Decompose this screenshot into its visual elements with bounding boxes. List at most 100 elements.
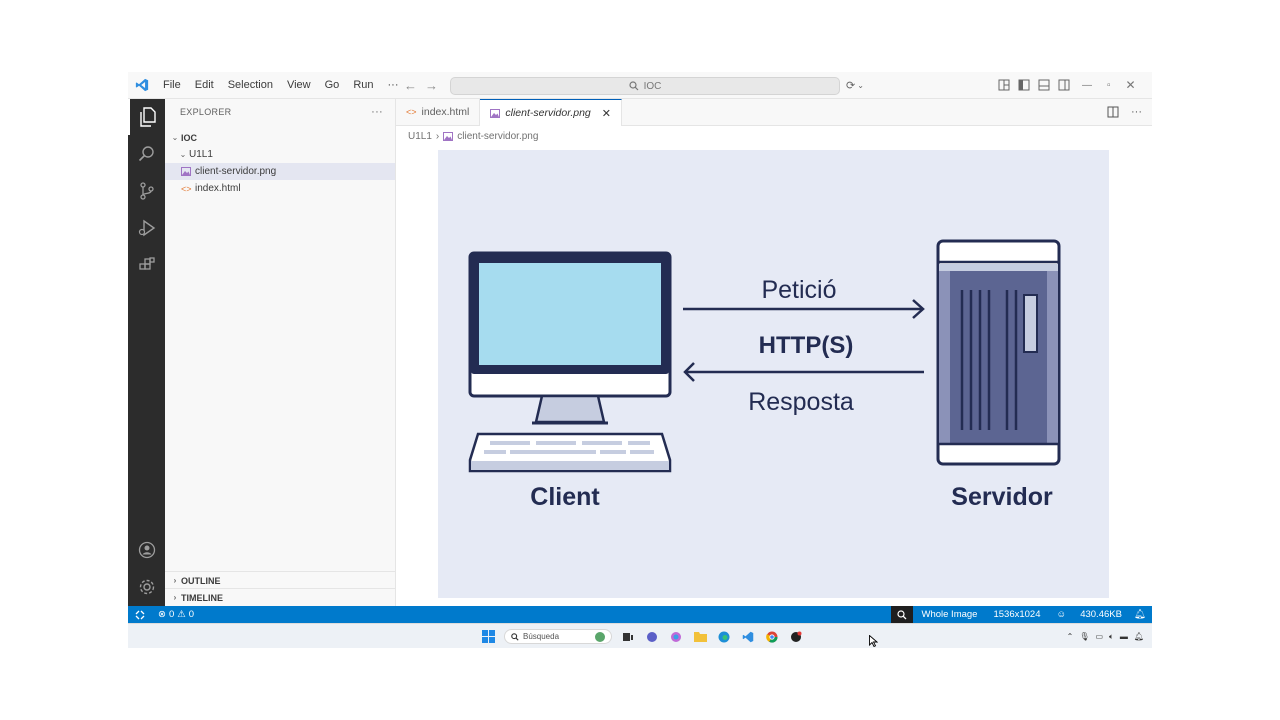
vscode-window: File Edit Selection View Go Run ··· ← → …: [128, 72, 1152, 648]
folder-u1l1-label: U1L1: [189, 149, 213, 160]
windows-start-icon[interactable]: [480, 629, 496, 645]
zoom-mode[interactable]: Whole Image: [913, 609, 985, 620]
chat-app-icon[interactable]: [644, 629, 660, 645]
mouse-cursor-icon: [869, 634, 879, 652]
menu-go[interactable]: Go: [318, 72, 347, 98]
protocol-label: HTTP(S): [759, 332, 854, 359]
restore-icon[interactable]: ▫: [1107, 80, 1111, 91]
file-index-html[interactable]: <> index.html: [165, 180, 395, 197]
file-client-servidor[interactable]: client-servidor.png: [165, 163, 395, 180]
chevron-right-icon: ›: [173, 593, 177, 602]
chevron-right-icon: ›: [173, 576, 177, 585]
toggle-panel-icon[interactable]: [1038, 79, 1050, 91]
copilot-menu[interactable]: ⟳ ⌄: [846, 72, 864, 98]
image-dimensions: 1536x1024: [993, 609, 1041, 620]
forward-arrow-icon[interactable]: →: [425, 78, 438, 93]
image-file-icon: [443, 131, 454, 141]
problems-indicator[interactable]: ⊗ 0 ⚠ 0: [152, 609, 200, 620]
command-center-search[interactable]: IOC: [450, 77, 840, 95]
client-label: Client: [530, 483, 600, 511]
toggle-secondary-sidebar-icon[interactable]: [1058, 79, 1070, 91]
timeline-section[interactable]: › TIMELINE: [165, 588, 395, 606]
back-arrow-icon[interactable]: ←: [404, 78, 417, 93]
file-index-html-label: index.html: [195, 183, 241, 194]
menu-selection[interactable]: Selection: [221, 72, 280, 98]
taskbar-search[interactable]: Búsqueda: [504, 629, 612, 644]
folder-u1l1[interactable]: ⌄ U1L1: [165, 146, 395, 163]
windows-taskbar: Búsqueda ⌃ 🎙︎ ▭ 🔈︎ ▬ 🔔︎: [128, 623, 1152, 648]
folder-ioc-label: IOC: [181, 132, 198, 143]
source-control-icon[interactable]: [128, 173, 165, 209]
task-view-icon[interactable]: [620, 629, 636, 645]
activity-bar: [128, 99, 165, 606]
close-window-icon[interactable]: ✕: [1126, 78, 1136, 92]
split-editor-icon[interactable]: [1107, 106, 1119, 118]
edge-browser-icon[interactable]: [716, 629, 732, 645]
minimize-icon[interactable]: —: [1082, 80, 1092, 91]
menu-edit[interactable]: Edit: [188, 72, 221, 98]
outline-section[interactable]: › OUTLINE: [165, 571, 395, 589]
taskbar-search-placeholder: Búsqueda: [523, 632, 560, 641]
accounts-icon[interactable]: [128, 532, 165, 568]
search-icon: [511, 632, 519, 641]
tab-client-servidor[interactable]: client-servidor.png ✕: [480, 99, 622, 126]
vscode-logo-icon[interactable]: [128, 72, 156, 98]
search-view-icon[interactable]: [128, 136, 165, 172]
file-client-servidor-label: client-servidor.png: [195, 166, 277, 177]
recorder-app-icon[interactable]: [788, 629, 804, 645]
vscode-taskbar-icon[interactable]: [740, 629, 756, 645]
breadcrumb-folder[interactable]: U1L1: [408, 131, 432, 142]
battery-icon[interactable]: ▬: [1120, 632, 1128, 641]
settings-gear-icon[interactable]: [128, 569, 165, 605]
chevron-down-icon: ⌄: [179, 150, 187, 159]
explorer-more-button[interactable]: ···: [371, 106, 383, 118]
zoom-icon[interactable]: [891, 606, 914, 623]
editor-actions: ···: [1107, 99, 1142, 125]
menu-more[interactable]: ···: [381, 72, 406, 98]
tab-index-html[interactable]: <> index.html: [396, 99, 481, 125]
notification-icon[interactable]: 🔔︎: [1134, 632, 1144, 641]
notifications-bell-icon[interactable]: 🔔︎: [1128, 609, 1152, 620]
chevron-down-icon: ⌄: [171, 133, 179, 142]
customize-layout-icon[interactable]: [998, 79, 1010, 91]
chrome-browser-icon[interactable]: [764, 629, 780, 645]
response-label: Resposta: [748, 388, 854, 416]
breadcrumb: U1L1 › client-servidor.png: [396, 126, 1152, 146]
error-icon: ⊗: [158, 609, 166, 620]
file-explorer-icon[interactable]: [692, 629, 708, 645]
copilot-status-icon[interactable]: ☺: [1049, 609, 1075, 620]
breadcrumb-file[interactable]: client-servidor.png: [457, 131, 538, 142]
file-size: 430.46KB: [1080, 609, 1122, 620]
extensions-icon[interactable]: [128, 247, 165, 283]
more-actions-icon[interactable]: ···: [1131, 106, 1142, 118]
search-highlight-icon: [595, 631, 605, 642]
client-server-diagram: Petició HTTP(S) Resposta Client Servidor: [468, 239, 1061, 511]
volume-icon[interactable]: 🔈︎: [1109, 632, 1114, 642]
editor-area: <> index.html client-servidor.png ✕ ··· …: [396, 99, 1152, 606]
network-icon[interactable]: ▭: [1095, 632, 1103, 641]
tray-expand-icon[interactable]: ⌃: [1067, 632, 1074, 641]
computer-illustration: [468, 251, 672, 473]
remote-indicator-icon[interactable]: [128, 606, 152, 623]
folder-ioc[interactable]: ⌄ IOC: [165, 129, 395, 146]
server-illustration: [936, 239, 1061, 466]
explorer-header: EXPLORER ···: [165, 99, 395, 125]
layout-controls: [998, 72, 1070, 98]
image-preview: Petició HTTP(S) Resposta Client Servidor: [438, 150, 1109, 598]
microphone-icon[interactable]: 🎙︎: [1079, 632, 1089, 641]
menu-view[interactable]: View: [280, 72, 318, 98]
search-text: IOC: [643, 80, 662, 92]
menu-file[interactable]: File: [156, 72, 188, 98]
run-debug-icon[interactable]: [128, 210, 165, 246]
toggle-sidebar-icon[interactable]: [1018, 79, 1030, 91]
outline-label: OUTLINE: [181, 575, 221, 586]
menu-run[interactable]: Run: [346, 72, 380, 98]
image-file-icon: [181, 167, 195, 176]
close-tab-icon[interactable]: ✕: [602, 107, 611, 120]
tab-client-servidor-label: client-servidor.png: [505, 107, 591, 119]
copilot-app-icon[interactable]: [668, 629, 684, 645]
explorer-icon[interactable]: [128, 99, 165, 135]
request-label: Petició: [761, 276, 836, 304]
copilot-icon: ⟳: [846, 79, 856, 92]
server-label: Servidor: [951, 483, 1053, 511]
